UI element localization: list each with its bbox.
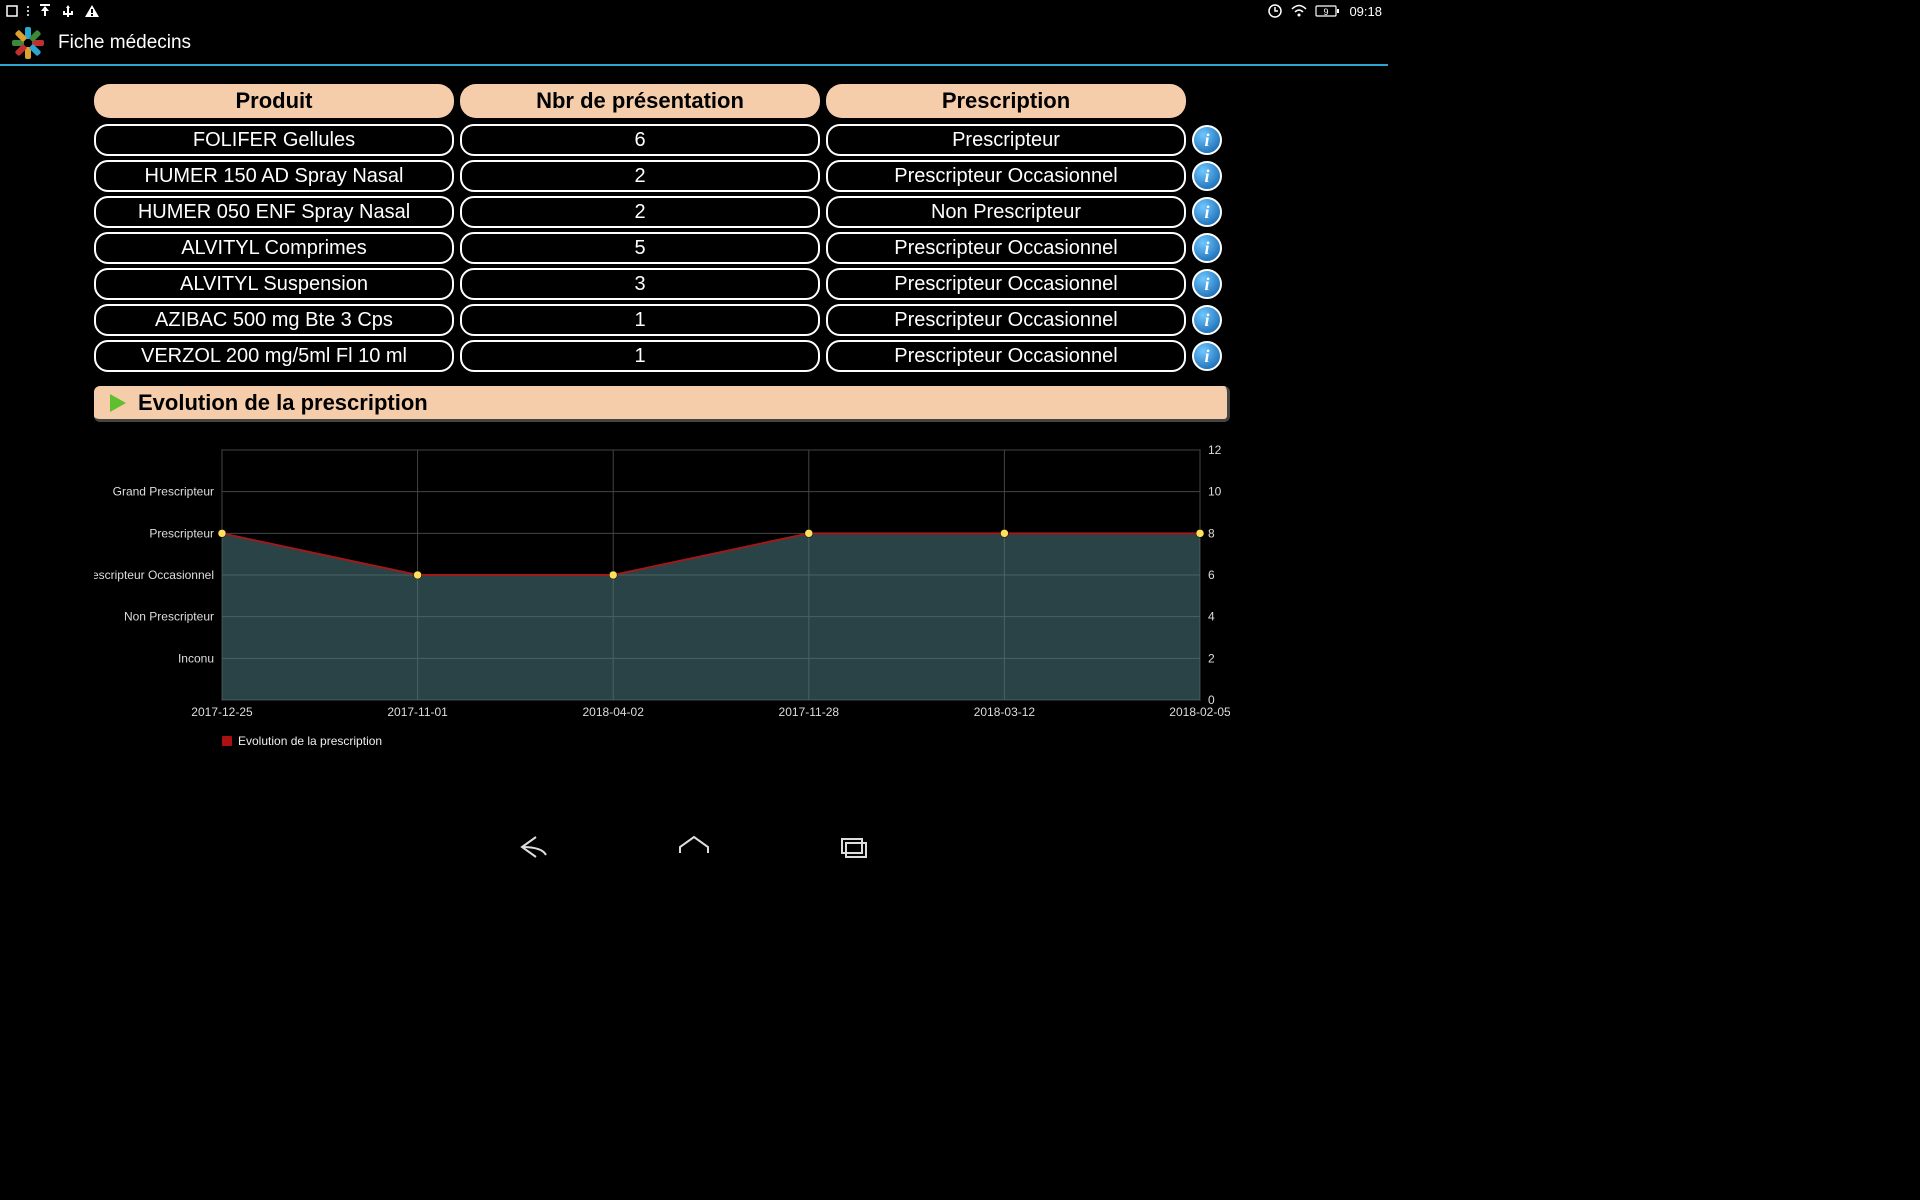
cell-nbr: 6 <box>460 124 820 156</box>
cell-nbr: 5 <box>460 232 820 264</box>
svg-text:6: 6 <box>1208 568 1215 582</box>
table-row: AZIBAC 500 mg Bte 3 Cps1Prescripteur Occ… <box>94 304 1294 336</box>
cell-prescription: Prescripteur Occasionnel <box>826 232 1186 264</box>
info-button[interactable]: i <box>1192 233 1222 263</box>
cell-produit: FOLIFER Gellules <box>94 124 454 156</box>
table-header-row: Produit Nbr de présentation Prescription <box>94 84 1294 118</box>
nav-bar <box>0 826 1388 868</box>
cell-produit: AZIBAC 500 mg Bte 3 Cps <box>94 304 454 336</box>
svg-text:2018-03-12: 2018-03-12 <box>974 705 1036 719</box>
app-header: Fiche médecins <box>0 22 1388 66</box>
cell-produit: ALVITYL Suspension <box>94 268 454 300</box>
svg-text:Grand Prescripteur: Grand Prescripteur <box>113 485 214 499</box>
header-nbr: Nbr de présentation <box>460 84 820 118</box>
svg-text:2017-12-25: 2017-12-25 <box>191 705 253 719</box>
header-prescription: Prescription <box>826 84 1186 118</box>
svg-text:2018-04-02: 2018-04-02 <box>583 705 645 719</box>
cell-nbr: 3 <box>460 268 820 300</box>
info-button[interactable]: i <box>1192 125 1222 155</box>
table-row: ALVITYL Comprimes5Prescripteur Occasionn… <box>94 232 1294 264</box>
section-evolution[interactable]: Evolution de la prescription <box>94 386 1230 422</box>
app-logo-icon <box>10 25 46 61</box>
svg-text:Non Prescripteur: Non Prescripteur <box>124 610 214 624</box>
section-title: Evolution de la prescription <box>138 390 428 416</box>
info-icon: i <box>1204 346 1209 367</box>
info-button[interactable]: i <box>1192 305 1222 335</box>
info-button[interactable]: i <box>1192 341 1222 371</box>
svg-text:4: 4 <box>1208 610 1215 624</box>
recent-apps-button[interactable] <box>834 833 874 861</box>
dots-icon <box>26 5 30 17</box>
warning-icon <box>84 4 100 18</box>
usb-icon <box>60 4 76 18</box>
info-icon: i <box>1204 310 1209 331</box>
cell-produit: VERZOL 200 mg/5ml Fl 10 ml <box>94 340 454 372</box>
upload-icon <box>38 4 52 18</box>
table-row: HUMER 050 ENF Spray Nasal2Non Prescripte… <box>94 196 1294 228</box>
svg-text:Prescripteur: Prescripteur <box>149 526 214 540</box>
battery-icon: 9 <box>1315 4 1341 18</box>
legend-swatch-icon <box>222 736 232 746</box>
svg-text:2017-11-28: 2017-11-28 <box>779 705 840 719</box>
cell-prescription: Prescripteur Occasionnel <box>826 340 1186 372</box>
table-row: ALVITYL Suspension3Prescripteur Occasion… <box>94 268 1294 300</box>
table-row: HUMER 150 AD Spray Nasal2Prescripteur Oc… <box>94 160 1294 192</box>
header-produit: Produit <box>94 84 454 118</box>
cell-prescription: Non Prescripteur <box>826 196 1186 228</box>
status-bar: 9 09:18 <box>0 0 1388 22</box>
play-icon <box>106 392 128 414</box>
svg-text:12: 12 <box>1208 443 1222 457</box>
chart-evolution: 0246810122017-12-252017-11-012018-04-022… <box>94 440 1230 745</box>
wifi-icon <box>1291 4 1307 18</box>
cell-nbr: 2 <box>460 160 820 192</box>
info-icon: i <box>1204 202 1209 223</box>
back-button[interactable] <box>514 833 554 861</box>
svg-text:2: 2 <box>1208 651 1215 665</box>
svg-text:2018-02-05: 2018-02-05 <box>1169 705 1230 719</box>
cell-nbr: 1 <box>460 340 820 372</box>
rotate-icon <box>1267 3 1283 19</box>
page-title: Fiche médecins <box>58 32 191 54</box>
info-icon: i <box>1204 238 1209 259</box>
svg-text:10: 10 <box>1208 485 1222 499</box>
table-row: VERZOL 200 mg/5ml Fl 10 ml1Prescripteur … <box>94 340 1294 372</box>
svg-text:2017-11-01: 2017-11-01 <box>387 705 448 719</box>
svg-text:9: 9 <box>1324 7 1329 17</box>
info-button[interactable]: i <box>1192 197 1222 227</box>
info-button[interactable]: i <box>1192 161 1222 191</box>
legend-label: Evolution de la prescription <box>238 734 382 748</box>
cell-produit: HUMER 150 AD Spray Nasal <box>94 160 454 192</box>
info-button[interactable]: i <box>1192 269 1222 299</box>
info-icon: i <box>1204 130 1209 151</box>
cell-nbr: 1 <box>460 304 820 336</box>
cell-prescription: Prescripteur Occasionnel <box>826 304 1186 336</box>
cell-prescription: Prescripteur <box>826 124 1186 156</box>
cell-prescription: Prescripteur Occasionnel <box>826 160 1186 192</box>
cell-nbr: 2 <box>460 196 820 228</box>
svg-text:8: 8 <box>1208 526 1215 540</box>
status-time: 09:18 <box>1349 4 1382 19</box>
cell-produit: HUMER 050 ENF Spray Nasal <box>94 196 454 228</box>
info-icon: i <box>1204 274 1209 295</box>
svg-text:Inconu: Inconu <box>178 651 214 665</box>
home-button[interactable] <box>674 833 714 861</box>
cell-prescription: Prescripteur Occasionnel <box>826 268 1186 300</box>
rectangle-icon <box>6 5 18 17</box>
chart-legend: Evolution de la prescription <box>94 734 1230 748</box>
info-icon: i <box>1204 166 1209 187</box>
table-row: FOLIFER Gellules6Prescripteur i <box>94 124 1294 156</box>
cell-produit: ALVITYL Comprimes <box>94 232 454 264</box>
svg-text:Prescripteur Occasionnel: Prescripteur Occasionnel <box>94 568 214 582</box>
